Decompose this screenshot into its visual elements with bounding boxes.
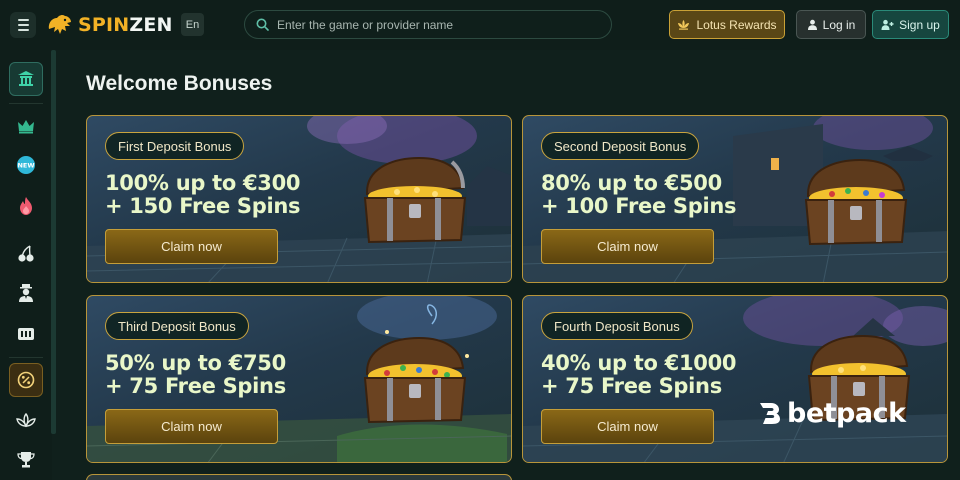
bonus-amount: 40% up to €1000 bbox=[541, 351, 737, 375]
bonus-free-spins: + 100 Free Spins bbox=[541, 194, 737, 218]
sidebar-item-live-casino[interactable] bbox=[9, 276, 43, 310]
claim-now-button[interactable]: Claim now bbox=[105, 229, 278, 264]
login-label: Log in bbox=[822, 17, 856, 32]
treasure-chest-icon bbox=[804, 158, 908, 246]
login-button[interactable]: Log in bbox=[796, 10, 866, 39]
promo-percent-icon bbox=[17, 371, 35, 389]
bonus-card-third-deposit[interactable]: Third Deposit Bonus 50% up to €750 + 75 … bbox=[86, 295, 512, 463]
sidebar-divider bbox=[9, 357, 43, 358]
bonus-amount: 50% up to €750 bbox=[105, 351, 286, 375]
language-selector[interactable]: En bbox=[181, 13, 204, 36]
bonus-tag: Fourth Deposit Bonus bbox=[541, 312, 693, 340]
temple-icon bbox=[18, 71, 34, 86]
lotus-rewards-button[interactable]: Lotus Rewards bbox=[669, 10, 785, 39]
svg-text:NEW: NEW bbox=[17, 162, 34, 170]
signup-button[interactable]: Sign up bbox=[872, 10, 949, 39]
betpack-logo-icon bbox=[760, 403, 780, 424]
ticket-icon bbox=[18, 328, 34, 340]
bonus-tag: First Deposit Bonus bbox=[105, 132, 245, 160]
bonus-offer: 80% up to €500 + 100 Free Spins bbox=[541, 171, 737, 218]
sidebar-divider bbox=[9, 103, 43, 104]
bonus-free-spins: + 75 Free Spins bbox=[105, 374, 286, 398]
claim-now-button[interactable]: Claim now bbox=[541, 409, 714, 444]
page-title: Welcome Bonuses bbox=[86, 72, 273, 95]
sidebar-item-promotions[interactable] bbox=[9, 363, 43, 397]
sidebar-scrollbar[interactable] bbox=[51, 50, 56, 434]
sidebar-item-vip[interactable] bbox=[9, 109, 43, 143]
search-icon bbox=[256, 18, 269, 31]
sidebar-item-lottery[interactable] bbox=[9, 317, 43, 351]
trophy-icon bbox=[17, 452, 35, 468]
bonus-amount: 100% up to €300 bbox=[105, 171, 301, 195]
bonus-offer: 50% up to €750 + 75 Free Spins bbox=[105, 352, 286, 398]
bonus-card-partial bbox=[86, 474, 512, 480]
claim-now-button[interactable]: Claim now bbox=[541, 229, 714, 264]
brand-name: SPINZEN bbox=[78, 14, 173, 36]
lotus-icon bbox=[678, 20, 690, 30]
treasure-chest-icon bbox=[363, 336, 467, 424]
menu-icon[interactable] bbox=[10, 12, 36, 38]
lotus-rewards-label: Lotus Rewards bbox=[696, 17, 777, 32]
sidebar-item-home[interactable] bbox=[9, 62, 43, 96]
bonus-free-spins: + 75 Free Spins bbox=[541, 374, 722, 398]
bonus-tag: Third Deposit Bonus bbox=[105, 312, 249, 340]
sidebar-item-tournaments[interactable] bbox=[9, 443, 43, 477]
cherries-icon bbox=[18, 245, 34, 262]
watermark-text: betpack bbox=[787, 397, 906, 429]
bonus-card-first-deposit[interactable]: First Deposit Bonus 100% up to €300 + 15… bbox=[86, 115, 512, 283]
bonus-card-second-deposit[interactable]: Second Deposit Bonus 80% up to €500 + 10… bbox=[522, 115, 948, 283]
search-bar[interactable] bbox=[244, 10, 612, 39]
bonus-offer: 100% up to €300 + 150 Free Spins bbox=[105, 171, 301, 218]
crown-icon bbox=[18, 120, 34, 134]
bonus-offer: 40% up to €1000 + 75 Free Spins bbox=[541, 351, 737, 398]
lotus-icon bbox=[16, 413, 36, 428]
signup-label: Sign up bbox=[899, 17, 940, 32]
add-user-icon bbox=[881, 19, 894, 30]
sidebar-item-slots[interactable] bbox=[9, 237, 43, 271]
lion-icon bbox=[48, 14, 71, 34]
betpack-watermark: betpack bbox=[757, 396, 906, 430]
sidebar-item-rewards[interactable] bbox=[9, 404, 43, 438]
new-badge-icon: NEW bbox=[17, 156, 35, 174]
claim-now-button[interactable]: Claim now bbox=[105, 409, 278, 444]
sidebar-item-new[interactable]: NEW bbox=[9, 148, 43, 182]
dealer-icon bbox=[19, 284, 33, 302]
bonus-free-spins: + 150 Free Spins bbox=[105, 194, 301, 218]
flame-icon bbox=[20, 197, 32, 215]
spinzen-logo[interactable]: SPINZEN bbox=[46, 11, 173, 39]
bonus-tag: Second Deposit Bonus bbox=[541, 132, 700, 160]
bonus-amount: 80% up to €500 bbox=[541, 171, 722, 195]
bonus-card-fourth-deposit[interactable]: Fourth Deposit Bonus 40% up to €1000 + 7… bbox=[522, 295, 948, 463]
sidebar-item-hot[interactable] bbox=[9, 189, 43, 223]
search-input[interactable] bbox=[277, 17, 597, 32]
treasure-chest-icon bbox=[363, 156, 467, 244]
user-icon bbox=[807, 19, 817, 30]
top-header: SPINZEN En Lotus Rewards Log in Sign up bbox=[0, 0, 960, 50]
